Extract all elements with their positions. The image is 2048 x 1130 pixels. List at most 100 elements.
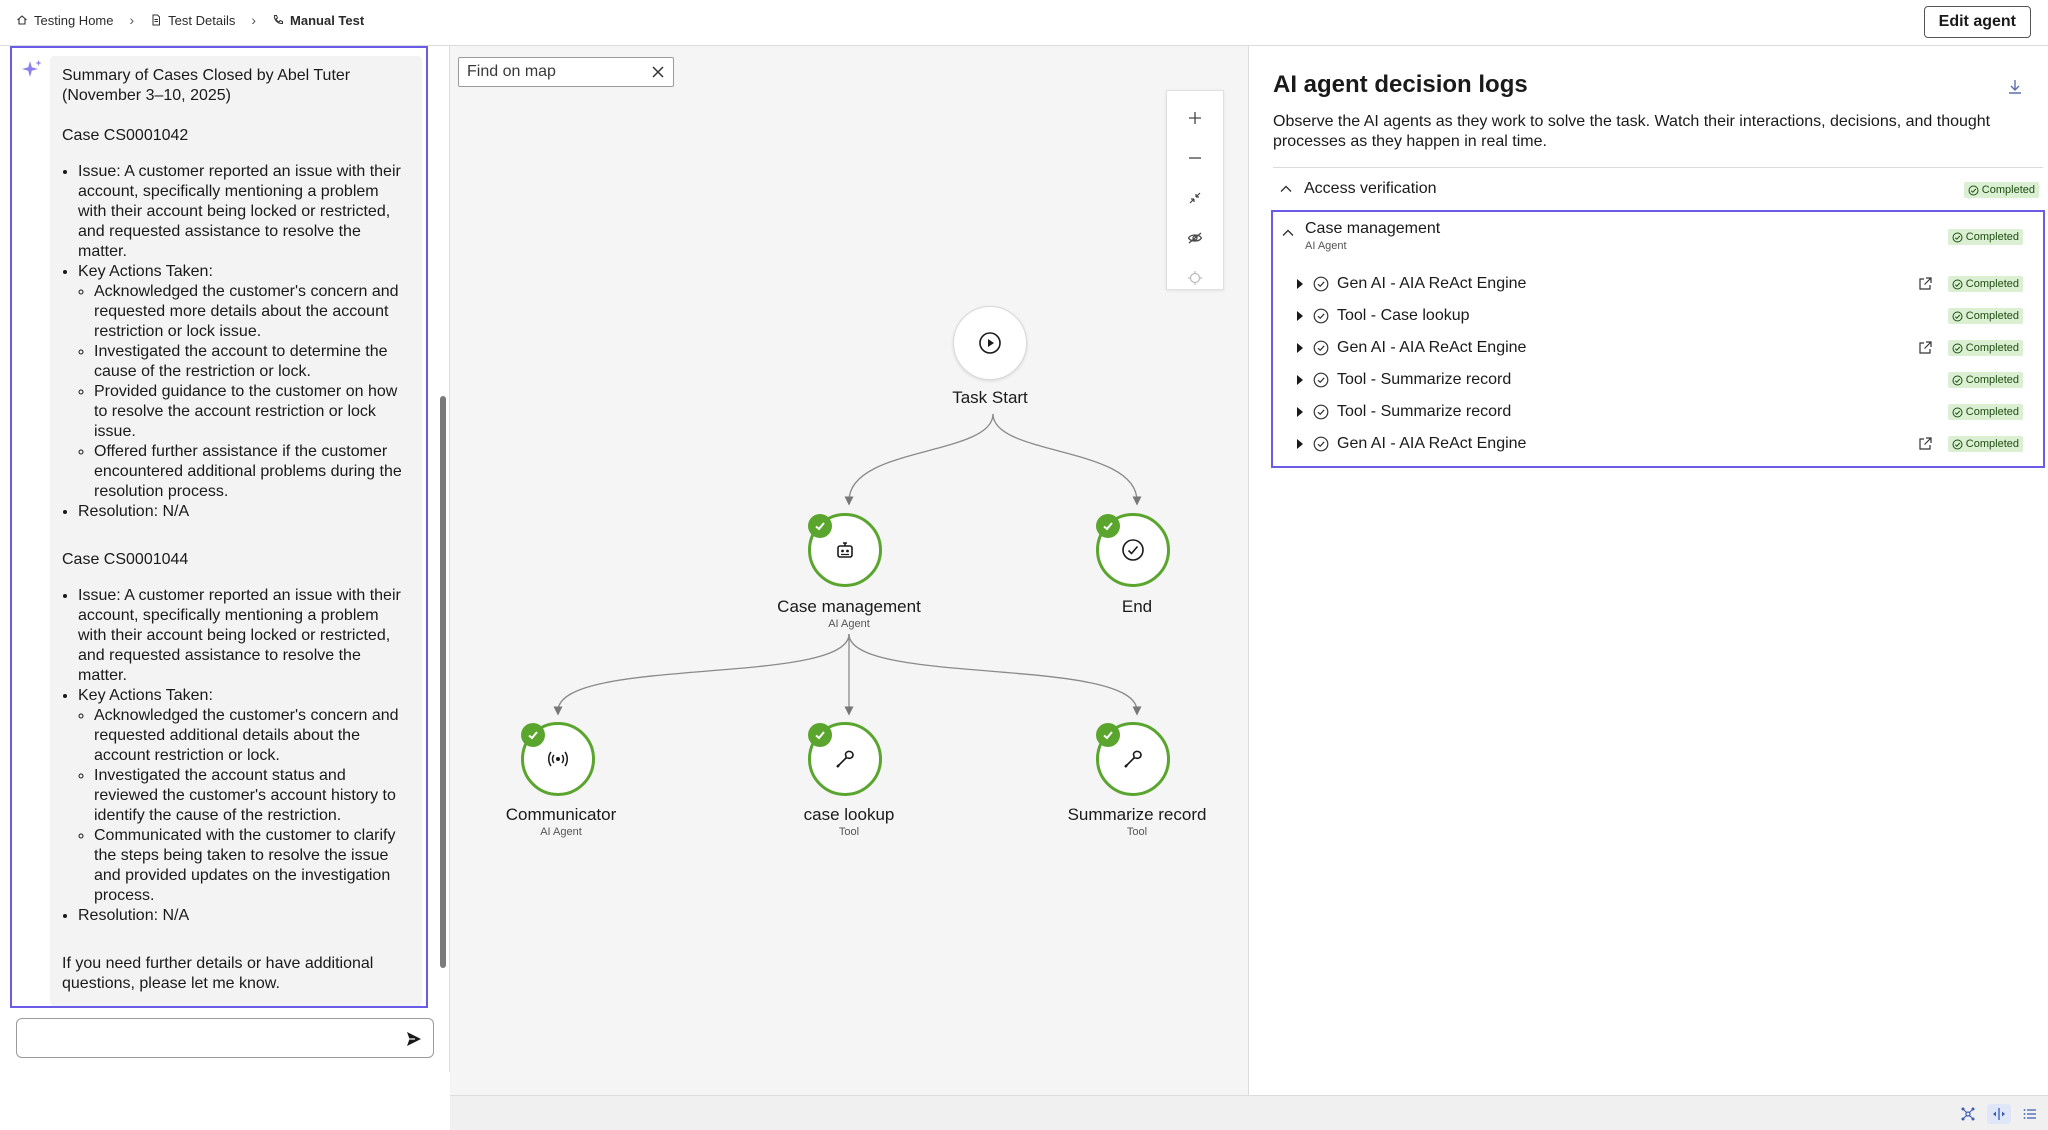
check-circle-icon (1313, 308, 1329, 324)
check-circle-icon (1952, 343, 1963, 353)
chat-scrollbar[interactable] (440, 396, 446, 968)
external-link-icon[interactable] (1917, 276, 1933, 292)
log-entry[interactable]: Tool - Case lookup Completed (1273, 300, 2043, 332)
log-entry[interactable]: Gen AI - AIA ReAct Engine Completed (1273, 332, 2043, 364)
chevron-up-icon (1282, 229, 1294, 236)
decision-logs-panel: AI agent decision logs Observe the AI ag… (1249, 46, 2048, 1095)
send-icon[interactable] (405, 1030, 423, 1048)
case-action: Investigated the account status and revi… (94, 766, 410, 826)
sparkle-icon (22, 60, 42, 77)
wrench-icon (836, 750, 854, 768)
case-action: Offered further assistance if the custom… (94, 442, 410, 502)
case-heading: Case CS0001044 (62, 551, 189, 568)
download-icon[interactable] (2006, 78, 2024, 96)
breadcrumb-label: Manual Test (290, 12, 365, 28)
breadcrumb-test-details[interactable]: Test Details (150, 13, 235, 28)
status-text: Completed (1981, 184, 2035, 196)
chat-response-frame: Summary of Cases Closed by Abel Tuter (N… (10, 46, 428, 1008)
panel-title: AI agent decision logs (1273, 71, 1528, 98)
section-name: Case management (1305, 220, 1441, 237)
log-entry-name: Tool - Case lookup (1337, 307, 1470, 324)
case-heading: Case CS0001042 (62, 127, 189, 144)
completed-check-icon (1096, 723, 1120, 747)
caret-right-icon (1297, 375, 1303, 385)
case-action: Acknowledged the customer's concern and … (94, 706, 410, 766)
node-label: case lookup (803, 805, 895, 824)
breadcrumb-testing-home[interactable]: Testing Home (16, 13, 113, 28)
case-action: Communicated with the customer to clarif… (94, 826, 410, 906)
closing-text: If you need further details or have addi… (62, 955, 374, 992)
chevron-up-icon (1280, 185, 1292, 192)
log-entry-name: Tool - Summarize record (1337, 371, 1512, 388)
case-issue: Issue: A customer reported an issue with… (78, 162, 410, 262)
case-actions-item: Key Actions Taken: Acknowledged the cust… (78, 686, 410, 906)
section-access-verification[interactable]: Access verification Completed (1273, 174, 2043, 206)
play-icon (979, 332, 1001, 354)
status-text: Completed (1965, 406, 2019, 418)
completed-check-icon (808, 514, 832, 538)
status-badge: Completed (1947, 229, 2023, 245)
log-entry-name: Gen AI - AIA ReAct Engine (1337, 435, 1527, 452)
check-circle-icon (1313, 436, 1329, 452)
panel-description: Observe the AI agents as they work to so… (1273, 113, 1991, 150)
chevron-right-icon: › (129, 12, 135, 28)
breadcrumb-manual-test: Manual Test (272, 13, 364, 28)
log-entry[interactable]: Gen AI - AIA ReAct Engine Completed (1273, 428, 2043, 460)
breadcrumb-label: Test Details (168, 12, 236, 28)
flow-view-button[interactable] (1958, 1104, 1978, 1124)
breadcrumb: Testing Home › Test Details › Manual Tes… (16, 12, 364, 28)
check-circle-icon (1313, 340, 1329, 356)
log-entry[interactable]: Tool - Summarize record Completed (1273, 364, 2043, 396)
log-entry[interactable]: Tool - Summarize record Completed (1273, 396, 2043, 428)
node-label: Task Start (952, 388, 1028, 407)
case-resolution: Resolution: N/A (78, 502, 410, 522)
section-name: Access verification (1304, 180, 1437, 197)
case-management-frame: Case management AI Agent Completed Gen A… (1271, 210, 2045, 468)
robot-icon (837, 542, 853, 558)
breadcrumb-label: Testing Home (34, 12, 114, 28)
check-circle-icon (1952, 407, 1963, 417)
external-link-icon[interactable] (1917, 436, 1933, 452)
split-view-icon (1993, 1108, 2005, 1120)
check-circle-icon (1952, 232, 1963, 242)
caret-right-icon (1297, 343, 1303, 353)
caret-right-icon (1297, 311, 1303, 321)
completed-check-icon (808, 723, 832, 747)
flow-canvas[interactable]: Task Start Case management AI Agent End … (450, 46, 1249, 1095)
split-view-button[interactable] (1987, 1104, 2011, 1124)
section-case-management[interactable]: Case management AI Agent Completed (1273, 220, 2043, 260)
chat-input[interactable] (27, 1027, 387, 1049)
caret-right-icon (1297, 279, 1303, 289)
case-actions-label: Key Actions Taken: (78, 687, 213, 704)
node-sublabel: Tool (1126, 826, 1148, 838)
check-circle-icon (1952, 311, 1963, 321)
case-action: Investigated the account to determine th… (94, 342, 410, 382)
top-bar: Testing Home › Test Details › Manual Tes… (0, 0, 2048, 46)
status-badge: Completed (1947, 372, 2023, 388)
status-badge: Completed (1947, 340, 2023, 356)
edit-agent-button[interactable]: Edit agent (1923, 6, 2031, 38)
task-start-node[interactable] (953, 306, 1027, 380)
status-text: Completed (1965, 438, 2019, 450)
check-circle-icon (1313, 372, 1329, 388)
case-details-list: Issue: A customer reported an issue with… (62, 586, 410, 926)
status-text: Completed (1965, 374, 2019, 386)
check-circle-icon (1313, 276, 1329, 292)
caret-right-icon (1297, 407, 1303, 417)
case-details-list: Issue: A customer reported an issue with… (62, 162, 410, 522)
case-action: Provided guidance to the customer on how… (94, 382, 410, 442)
list-view-button[interactable] (2020, 1104, 2040, 1124)
status-badge: Completed (1947, 404, 2023, 420)
chat-panel: Summary of Cases Closed by Abel Tuter (N… (0, 46, 450, 1072)
status-text: Completed (1965, 278, 2019, 290)
log-entry[interactable]: Gen AI - AIA ReAct Engine Completed (1273, 268, 2043, 300)
external-link-icon[interactable] (1917, 340, 1933, 356)
bottom-toolbar (450, 1095, 2048, 1130)
document-icon (152, 14, 161, 26)
node-label: End (1121, 597, 1153, 616)
log-entry-name: Tool - Summarize record (1337, 403, 1512, 420)
list-icon (2023, 1109, 2036, 1119)
ai-summary-message: Summary of Cases Closed by Abel Tuter (N… (50, 56, 422, 1006)
status-badge: Completed (1963, 182, 2039, 198)
log-entry-name: Gen AI - AIA ReAct Engine (1337, 275, 1527, 292)
